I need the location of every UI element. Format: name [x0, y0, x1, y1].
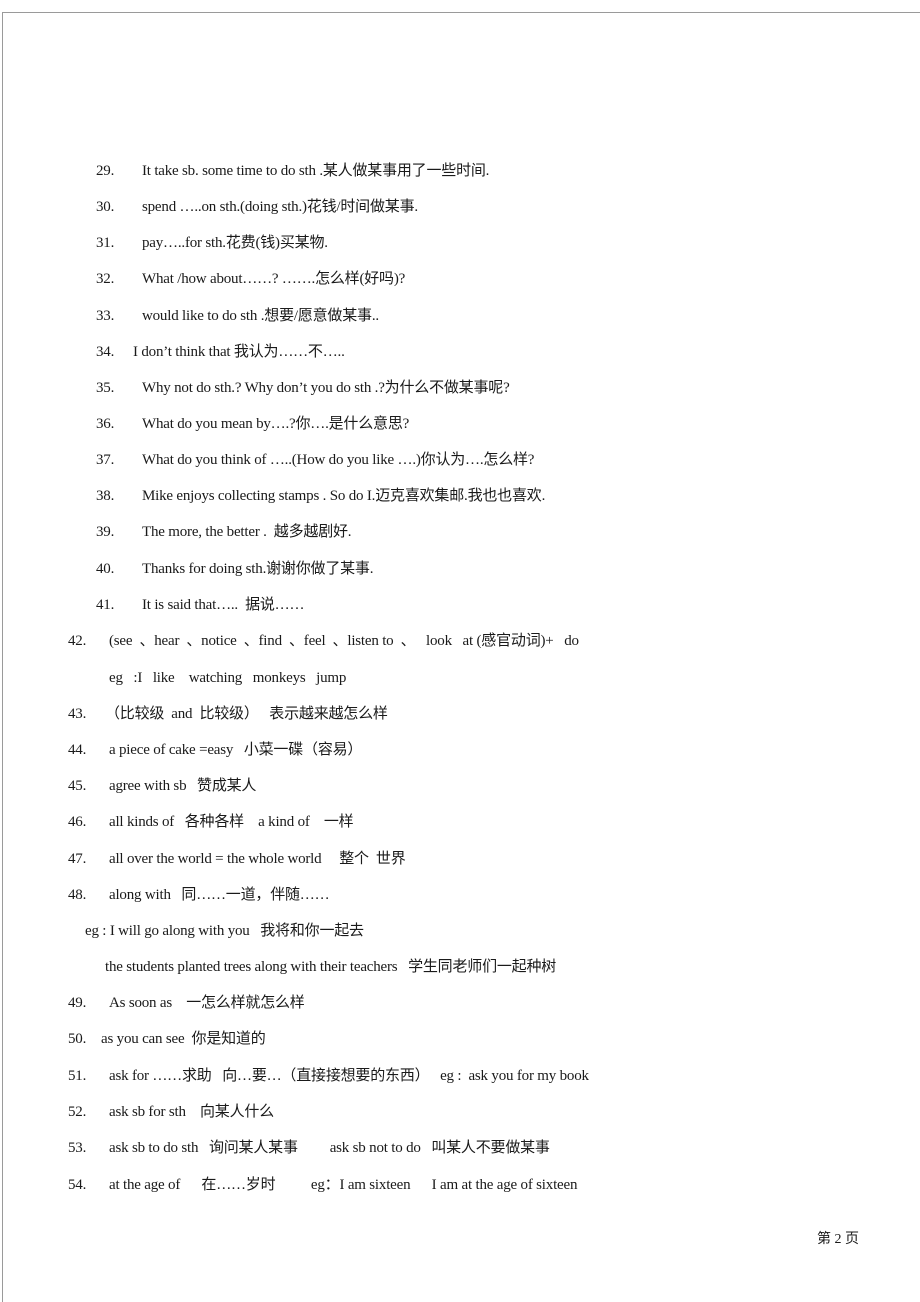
- item-text: It is said that….. 据说……: [142, 597, 305, 613]
- page-border-top: [2, 12, 920, 13]
- item-text: (see 、hear 、notice 、find 、feel 、listen t…: [109, 633, 579, 649]
- item-number: 29.: [96, 163, 115, 179]
- item-text: as you can see 你是知道的: [101, 1031, 266, 1047]
- item-number: 49.: [68, 995, 87, 1011]
- item-text: What /how about……? …….怎么样(好吗)?: [142, 271, 406, 287]
- list-item-example: eg : I will go along with you 我将和你一起去: [85, 921, 364, 981]
- item-text: Why not do sth.? Why don’t you do sth .?…: [142, 380, 510, 396]
- item-number: 35.: [96, 380, 115, 396]
- item-text: all over the world = the whole world 整个 …: [109, 851, 406, 867]
- item-text: spend …..on sth.(doing sth.)花钱/时间做某事.: [142, 199, 418, 215]
- item-text: all kinds of 各种各样 a kind of 一样: [109, 814, 354, 830]
- item-text: What do you think of …..(How do you like…: [142, 452, 535, 468]
- list-item: 54. at the age of 在……岁时 eg：I am sixteen …: [68, 1175, 577, 1255]
- item-text: （比较级 and 比较级） 表示越来越怎么样: [105, 706, 388, 722]
- item-text: ask sb for sth 向某人什么: [109, 1104, 274, 1120]
- item-number: 45.: [68, 778, 87, 794]
- item-text: The more, the better . 越多越剧好.: [142, 524, 352, 540]
- item-number: 31.: [96, 235, 115, 251]
- item-text: eg : I will go along with you 我将和你一起去: [85, 923, 364, 939]
- item-text: Thanks for doing sth.谢谢你做了某事.: [142, 561, 374, 577]
- item-number: 44.: [68, 742, 87, 758]
- item-number: 43.: [68, 706, 87, 722]
- list-item: 48. along with 同……一道，伴随……: [68, 885, 330, 965]
- item-number: 47.: [68, 851, 87, 867]
- item-text: As soon as 一怎么样就怎么样: [109, 995, 305, 1011]
- item-text: eg :I like watching monkeys jump: [109, 670, 347, 686]
- item-number: 48.: [68, 887, 87, 903]
- item-number: 51.: [68, 1068, 87, 1084]
- item-text: would like to do sth .想要/愿意做某事..: [142, 308, 379, 324]
- item-number: 38.: [96, 488, 115, 504]
- item-number: 41.: [96, 597, 115, 613]
- page-number: 第 2 页: [817, 1232, 859, 1247]
- item-text: I don’t think that 我认为……不…..: [133, 344, 345, 360]
- item-text: ask for ……求助 向…要…（直接接想要的东西） eg : ask you…: [109, 1068, 589, 1084]
- item-text: Mike enjoys collecting stamps . So do I.…: [142, 488, 546, 504]
- item-number: 39.: [96, 524, 115, 540]
- item-text: ask sb to do sth 询问某人某事 ask sb not to do…: [109, 1140, 550, 1156]
- item-number: 32.: [96, 271, 115, 287]
- item-text: pay…..for sth.花费(钱)买某物.: [142, 235, 328, 251]
- item-number: 50.: [68, 1031, 87, 1047]
- item-text: along with 同……一道，伴随……: [109, 887, 330, 903]
- item-number: 33.: [96, 308, 115, 324]
- item-number: 37.: [96, 452, 115, 468]
- item-number: 42.: [68, 633, 87, 649]
- page-border-left: [2, 12, 3, 1302]
- item-text: at the age of 在……岁时 eg：I am sixteen I am…: [109, 1177, 578, 1193]
- item-text: a piece of cake =easy 小菜一碟（容易）: [109, 742, 363, 758]
- item-text: agree with sb 赞成某人: [109, 778, 257, 794]
- item-number: 52.: [68, 1104, 87, 1120]
- item-number: 30.: [96, 199, 115, 215]
- item-number: 46.: [68, 814, 87, 830]
- item-number: 40.: [96, 561, 115, 577]
- item-number: 54.: [68, 1177, 87, 1193]
- item-number: 36.: [96, 416, 115, 432]
- item-number: 34.: [96, 344, 115, 360]
- item-text: It take sb. some time to do sth .某人做某事用了…: [142, 163, 490, 179]
- item-text: What do you mean by….?你….是什么意思?: [142, 416, 410, 432]
- item-number: 53.: [68, 1140, 87, 1156]
- item-text: the students planted trees along with th…: [105, 959, 557, 975]
